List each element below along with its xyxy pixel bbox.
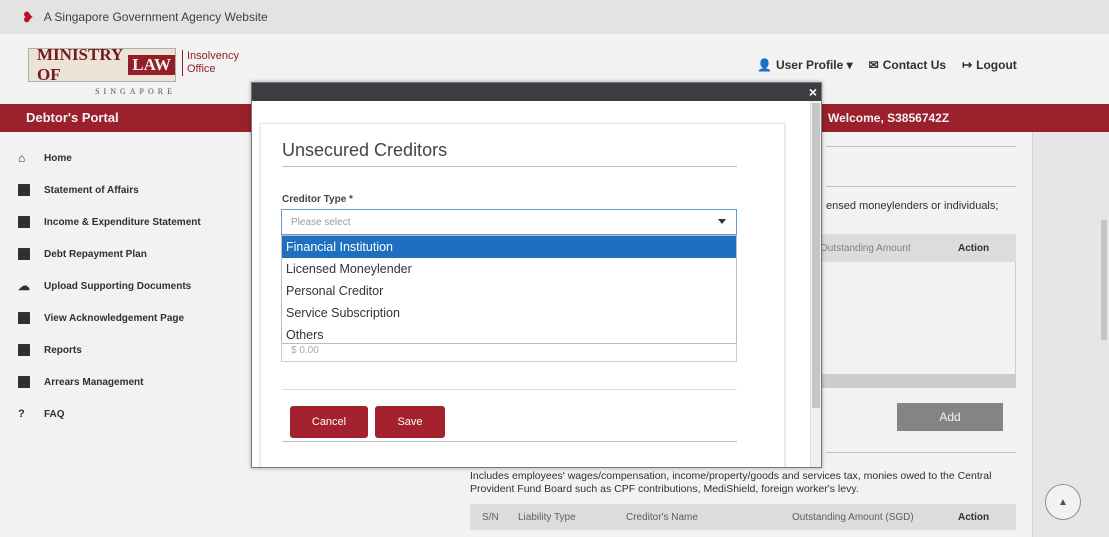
unsecured-creditors-modal: × Unsecured Creditors Creditor Type * Pl… (251, 82, 822, 468)
option-licensed-moneylender[interactable]: Licensed Moneylender (282, 258, 736, 280)
divider (282, 389, 737, 390)
creditor-form-card: Unsecured Creditors Creditor Type * Plea… (260, 123, 785, 467)
divider (282, 166, 737, 167)
amount-input[interactable]: $ 0.00 (281, 342, 737, 362)
creditor-type-label: Creditor Type * (282, 194, 353, 205)
option-personal-creditor[interactable]: Personal Creditor (282, 280, 736, 302)
option-service-subscription[interactable]: Service Subscription (282, 302, 736, 324)
option-financial-institution[interactable]: Financial Institution (282, 236, 736, 258)
creditor-type-dropdown: Financial Institution Licensed Moneylend… (281, 235, 737, 344)
cancel-button[interactable]: Cancel (290, 406, 368, 438)
save-button[interactable]: Save (375, 406, 445, 438)
caret-down-icon (718, 219, 726, 224)
modal-header-bar: × (252, 83, 821, 101)
select-placeholder: Please select (291, 216, 351, 228)
modal-scrollbar-thumb[interactable] (812, 103, 820, 408)
modal-title: Unsecured Creditors (282, 140, 448, 160)
divider (282, 441, 737, 442)
creditor-type-select[interactable]: Please select (281, 209, 737, 235)
close-icon[interactable]: × (809, 83, 817, 101)
